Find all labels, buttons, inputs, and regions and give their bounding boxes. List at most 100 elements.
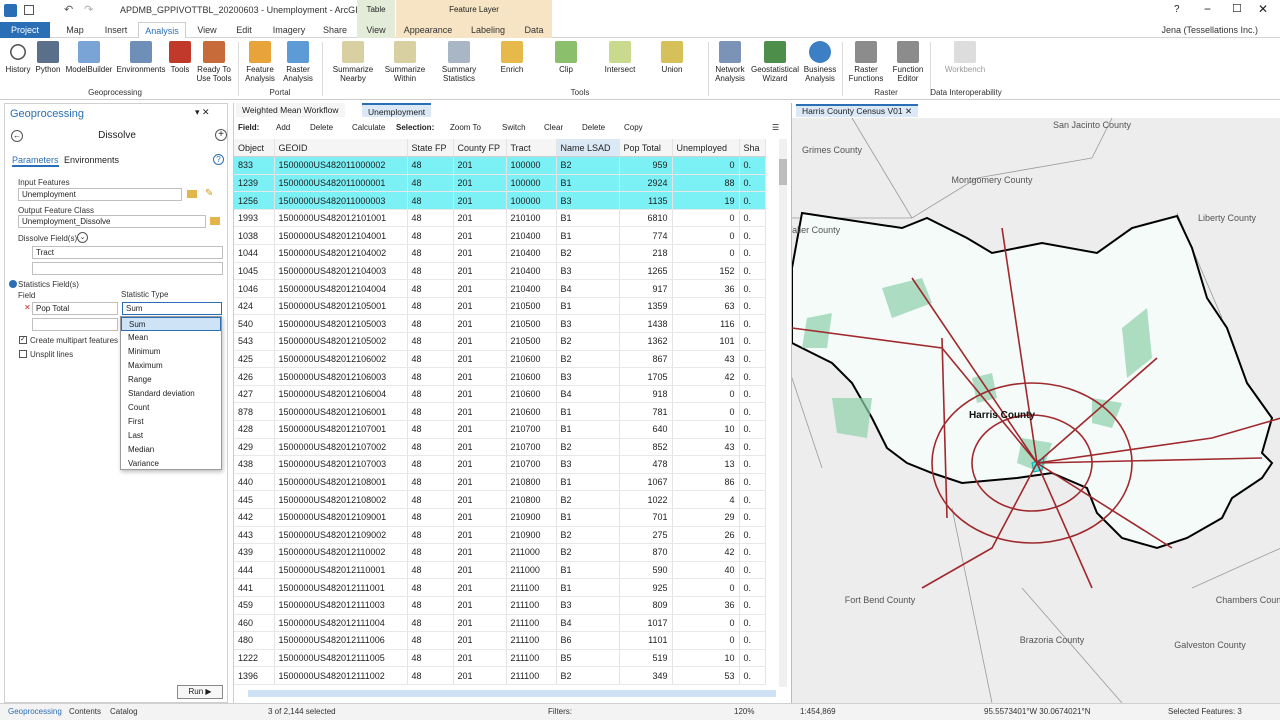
table-row[interactable]: 445 1500000US482012108002 48 201 210800 B2 102… [234,490,766,509]
table-cell[interactable]: B2 [556,543,620,562]
statistic-option[interactable]: Mean [121,331,221,345]
table-cell[interactable]: 0 [672,209,740,228]
table-cell[interactable]: 210800 [506,490,557,509]
clear-selection-button[interactable]: Clear [544,121,563,135]
table-cell[interactable]: 1500000US482012107001 [274,420,408,439]
table-cell[interactable]: B3 [556,191,620,210]
folder-icon[interactable] [210,217,220,225]
table-cell[interactable]: 1500000US482012105001 [274,297,408,316]
table-cell[interactable]: 100000 [506,156,557,175]
table-cell[interactable]: 43 [672,438,740,457]
table-cell[interactable]: 478 [619,455,673,474]
table-cell[interactable]: 201 [453,156,507,175]
table-row[interactable]: 540 1500000US482012105003 48 201 210500 B3 143… [234,314,766,334]
table-cell[interactable]: 424 [234,297,275,316]
table-cell[interactable]: 0. [739,526,766,545]
table-cell[interactable]: 1500000US482012106003 [274,367,408,386]
tab-edit[interactable]: Edit [226,22,262,38]
table-row[interactable]: 1038 1500000US482012104001 48 201 210400 B1 77… [234,226,766,246]
business-analysis-button[interactable]: Business Analysis [802,41,838,83]
table-cell[interactable]: 201 [453,174,507,193]
table-cell[interactable]: 88 [672,174,740,193]
table-cell[interactable]: 349 [619,666,673,685]
tab-analysis[interactable]: Analysis [138,22,186,38]
table-cell[interactable]: B4 [556,385,620,404]
table-cell[interactable]: 1500000US482012101001 [274,209,408,228]
table-row[interactable]: 1045 1500000US482012104003 48 201 210400 B3 12… [234,262,766,281]
column-header[interactable]: GEOID [274,139,408,158]
table-cell[interactable]: 29 [672,508,740,527]
table-row[interactable]: 444 1500000US482012110001 48 201 211000 B1 590… [234,561,766,580]
table-cell[interactable]: 1500000US482012105002 [274,332,408,351]
map-tab[interactable]: Harris County Census V01 ✕ [796,104,919,117]
geostatistical-wizard-button[interactable]: Geostatistical Wizard [750,41,800,83]
table-cell[interactable]: B2 [556,666,620,685]
table-cell[interactable]: 1500000US482012107003 [274,455,408,474]
table-cell[interactable]: 201 [453,666,507,685]
table-cell[interactable]: 13 [672,455,740,474]
table-cell[interactable]: B1 [556,209,620,228]
map-canvas[interactable]: San Jacinto County Grimes County Montgom… [792,118,1280,703]
table-cell[interactable]: 210400 [506,262,557,281]
minimize-button[interactable]: − [1204,2,1211,16]
table-cell[interactable]: 201 [453,526,507,545]
table-cell[interactable]: 40 [672,561,740,580]
table-cell[interactable]: 201 [453,209,507,228]
table-cell[interactable]: 1500000US482012111001 [274,578,408,597]
table-cell[interactable]: 1500000US482012109002 [274,526,408,545]
table-cell[interactable]: 48 [407,420,454,439]
column-header[interactable]: Pop Total [619,139,673,158]
table-cell[interactable]: 48 [407,631,454,650]
table-cell[interactable]: 201 [453,314,507,334]
table-cell[interactable]: 852 [619,438,673,457]
table-cell[interactable]: 201 [453,649,507,668]
table-cell[interactable]: 201 [453,279,507,298]
tab-imagery[interactable]: Imagery [266,22,312,38]
table-cell[interactable]: 201 [453,473,507,492]
table-cell[interactable]: 1500000US482012105003 [274,314,408,334]
table-row[interactable]: 1044 1500000US482012104002 48 201 210400 B2 21… [234,244,766,263]
table-cell[interactable]: 1500000US482012111005 [274,649,408,668]
table-cell[interactable]: 210600 [506,367,557,386]
table-cell[interactable]: 48 [407,666,454,685]
table-cell[interactable]: 0. [739,350,766,369]
enrich-button[interactable]: Enrich [494,41,530,74]
table-cell[interactable]: 48 [407,455,454,474]
table-cell[interactable]: 0. [739,156,766,175]
table-cell[interactable]: 0. [739,226,766,246]
table-cell[interactable]: 1101 [619,631,673,650]
table-zoom-level[interactable]: 120% [734,707,754,716]
table-cell[interactable]: 210500 [506,297,557,316]
table-cell[interactable]: 1500000US482011000002 [274,156,408,175]
table-cell[interactable]: 1500000US482012111003 [274,596,408,615]
table-cell[interactable]: 925 [619,578,673,597]
table-cell[interactable]: 48 [407,279,454,298]
statistic-option[interactable]: Median [121,443,221,457]
statistic-option[interactable]: Count [121,401,221,415]
table-cell[interactable]: 1500000US482012109001 [274,508,408,527]
close-button[interactable]: ✕ [1258,2,1268,16]
tab-parameters[interactable]: Parameters [12,155,59,167]
table-cell[interactable]: 781 [619,402,673,421]
tab-environments[interactable]: Environments [64,155,119,165]
table-cell[interactable]: 701 [619,508,673,527]
table-cell[interactable]: B1 [556,561,620,580]
table-row[interactable]: 428 1500000US482012107001 48 201 210700 B1 640… [234,420,766,439]
table-cell[interactable]: 1135 [619,191,673,210]
table-cell[interactable]: 201 [453,543,507,562]
statistic-option[interactable]: Sum [121,317,221,331]
table-cell[interactable]: 48 [407,226,454,246]
table-cell[interactable]: B3 [556,314,620,334]
bottom-tab-catalog[interactable]: Catalog [110,707,138,716]
statistic-option[interactable]: Range [121,373,221,387]
table-cell[interactable]: 48 [407,209,454,228]
tab-data[interactable]: Data [516,22,552,38]
table-cell[interactable]: 53 [672,666,740,685]
table-cell[interactable]: 48 [407,649,454,668]
table-row[interactable]: 833 1500000US482011000002 48 201 100000 B2 959… [234,156,766,175]
table-row[interactable]: 440 1500000US482012108001 48 201 210800 B1 106… [234,473,766,492]
table-cell[interactable]: 201 [453,262,507,281]
summary-statistics-button[interactable]: Summary Statistics [434,41,484,83]
add-icon[interactable]: + [215,129,227,141]
switch-selection-button[interactable]: Switch [502,121,526,135]
